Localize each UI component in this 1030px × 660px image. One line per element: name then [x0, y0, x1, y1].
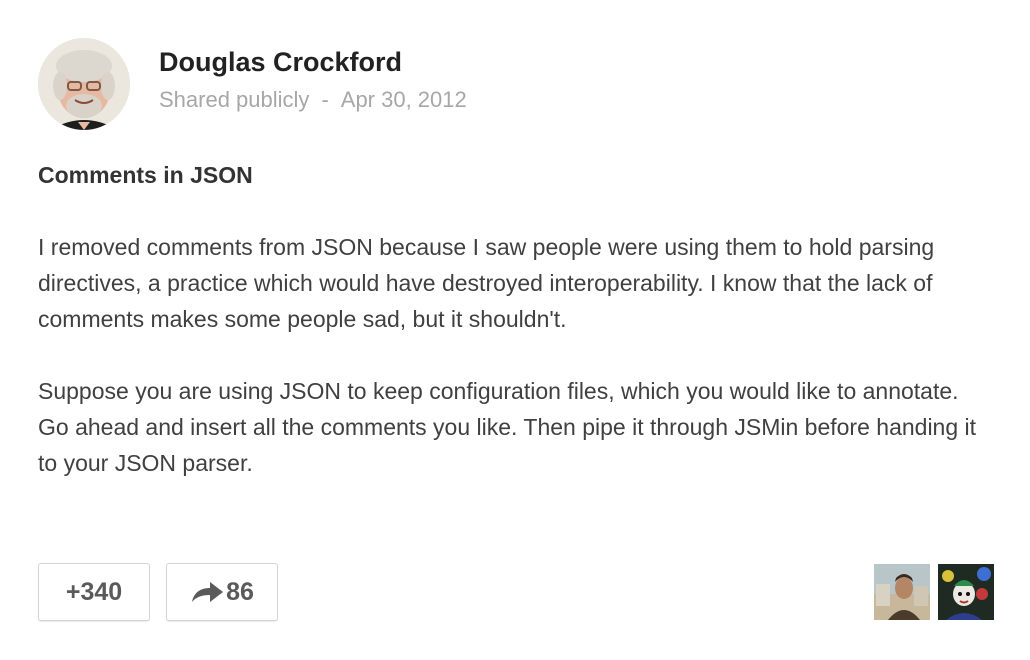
post-title: Comments in JSON	[38, 162, 253, 188]
sharer-avatar[interactable]	[874, 564, 930, 620]
visibility-label[interactable]: Shared publicly	[159, 87, 309, 112]
plus-one-button[interactable]: +340	[38, 563, 150, 621]
author-avatar[interactable]	[38, 38, 130, 130]
post-paragraph: Suppose you are using JSON to keep confi…	[38, 378, 977, 476]
share-button[interactable]: 86	[166, 563, 278, 621]
plus-one-count: +340	[65, 577, 123, 606]
share-arrow-icon	[192, 582, 224, 602]
user-avatar-icon	[938, 564, 994, 620]
post-date[interactable]: Apr 30, 2012	[341, 87, 467, 112]
meta-separator: -	[321, 87, 329, 112]
sharer-avatar[interactable]	[938, 564, 994, 620]
post-meta: Shared publicly - Apr 30, 2012	[159, 86, 467, 114]
author-name[interactable]: Douglas Crockford	[159, 45, 402, 79]
post-paragraph: I removed comments from JSON because I s…	[38, 234, 935, 332]
author-portrait-icon	[38, 38, 130, 130]
user-avatar-icon	[874, 564, 930, 620]
share-count: 86	[226, 577, 254, 606]
